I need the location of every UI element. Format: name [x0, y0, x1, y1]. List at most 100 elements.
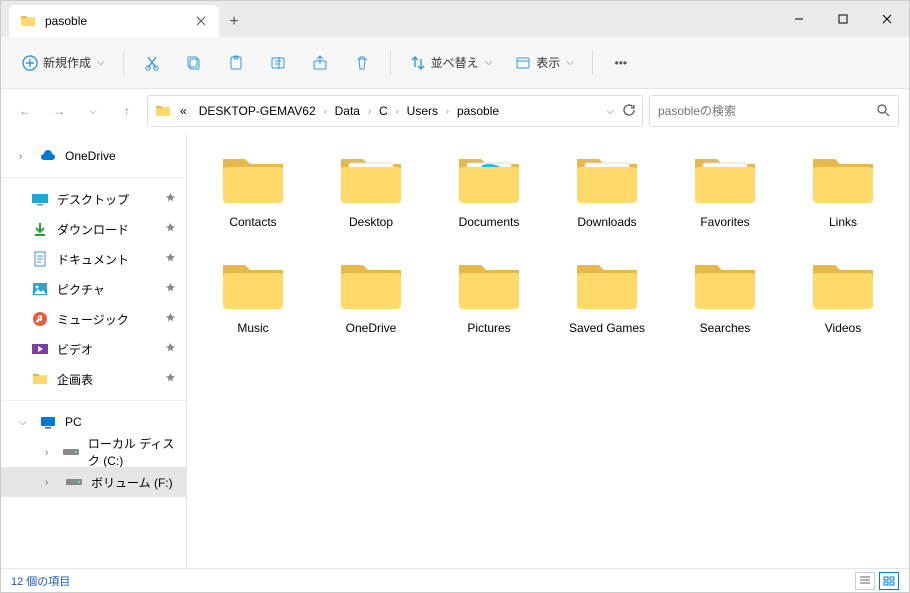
chevron-down-icon[interactable]: ⌵ [19, 417, 31, 428]
sidebar-item[interactable]: ドキュメント [1, 244, 186, 274]
cloud-icon [39, 147, 57, 165]
folder-item[interactable]: Favorites [671, 151, 779, 229]
new-button[interactable]: 新規作成 ⌵ [13, 45, 113, 81]
folder-item[interactable]: Saved Games [553, 257, 661, 335]
pin-icon[interactable] [162, 192, 178, 206]
content-area[interactable]: Contacts Desktop Documents Downloads Favorit… [187, 133, 909, 568]
chevron-right-icon[interactable]: › [45, 477, 57, 488]
window-tab[interactable]: pasoble [9, 5, 219, 37]
folder-icon [689, 151, 761, 207]
folder-item[interactable]: Documents [435, 151, 543, 229]
pictures-icon [31, 280, 49, 298]
address-bar[interactable]: « DESKTOP-GEMAV62›Data›C›Users›pasoble ⌵ [147, 95, 643, 127]
forward-button[interactable]: → [45, 97, 73, 125]
folder-item[interactable]: Pictures [435, 257, 543, 335]
folder-icon [807, 257, 879, 313]
recent-button[interactable]: ⌵ [79, 97, 107, 125]
sidebar-item-label: ピクチャ [57, 281, 105, 298]
chevron-right-icon[interactable]: › [19, 151, 31, 162]
up-button[interactable]: ↑ [113, 97, 141, 125]
pin-icon[interactable] [162, 222, 178, 236]
tab-close-button[interactable] [193, 13, 209, 29]
new-tab-button[interactable]: + [219, 7, 249, 37]
more-button[interactable]: ••• [603, 45, 639, 81]
folder-item[interactable]: Videos [789, 257, 897, 335]
folder-icon [19, 12, 37, 30]
chevron-right-icon[interactable]: › [45, 447, 54, 458]
view-label: 表示 [536, 54, 560, 71]
sidebar-item-drive[interactable]: › ボリューム (F:) [1, 467, 186, 497]
maximize-button[interactable] [821, 1, 865, 37]
back-button[interactable]: ← [11, 97, 39, 125]
refresh-button[interactable] [622, 103, 636, 120]
sidebar-item-label: ローカル ディスク (C:) [88, 435, 178, 469]
sidebar-item-label: ボリューム (F:) [91, 474, 173, 491]
folder-icon [571, 151, 643, 207]
details-view-button[interactable] [855, 572, 875, 590]
search-box[interactable] [649, 95, 899, 127]
cut-button[interactable] [134, 45, 170, 81]
folder-item[interactable]: Links [789, 151, 897, 229]
folder-icon [807, 151, 879, 207]
share-button[interactable] [302, 45, 338, 81]
sidebar-item-label: ダウンロード [57, 221, 129, 238]
folder-icon [217, 257, 289, 313]
folder-icon [689, 257, 761, 313]
copy-button[interactable] [176, 45, 212, 81]
pin-icon[interactable] [162, 342, 178, 356]
titlebar: pasoble + [1, 1, 909, 37]
folder-item[interactable]: Searches [671, 257, 779, 335]
delete-button[interactable] [344, 45, 380, 81]
breadcrumb-segment[interactable]: Data [331, 102, 364, 120]
folder-name: Documents [459, 215, 520, 229]
close-button[interactable] [865, 1, 909, 37]
folder-name: Contacts [229, 215, 276, 229]
history-dropdown-icon[interactable]: ⌵ [606, 106, 614, 117]
folder-icon [571, 257, 643, 313]
search-input[interactable] [658, 104, 876, 118]
paste-button[interactable] [218, 45, 254, 81]
folder-icon [31, 370, 49, 388]
pin-icon[interactable] [162, 312, 178, 326]
window-controls [777, 1, 909, 37]
pin-icon[interactable] [162, 252, 178, 266]
address-row: ← → ⌵ ↑ « DESKTOP-GEMAV62›Data›C›Users›p… [1, 89, 909, 133]
search-icon[interactable] [876, 103, 890, 120]
sidebar-item-label: PC [65, 415, 82, 429]
sidebar-item[interactable]: ミュージック [1, 304, 186, 334]
sidebar-item[interactable]: ダウンロード [1, 214, 186, 244]
pin-icon[interactable] [162, 282, 178, 296]
folder-icon [335, 257, 407, 313]
chevron-right-icon: › [396, 106, 399, 116]
folder-name: Saved Games [569, 321, 645, 335]
tab-title: pasoble [45, 14, 185, 28]
view-button[interactable]: 表示 ⌵ [506, 45, 582, 81]
sidebar-item-label: デスクトップ [57, 191, 129, 208]
breadcrumb-segment[interactable]: pasoble [453, 102, 503, 120]
sidebar-item[interactable]: ビデオ [1, 334, 186, 364]
breadcrumb-segment[interactable]: DESKTOP-GEMAV62 [195, 102, 320, 120]
chevron-right-icon: › [446, 106, 449, 116]
folder-item[interactable]: OneDrive [317, 257, 425, 335]
icons-view-button[interactable] [879, 572, 899, 590]
folder-item[interactable]: Desktop [317, 151, 425, 229]
folder-name: Downloads [577, 215, 636, 229]
sidebar-item[interactable]: ピクチャ [1, 274, 186, 304]
sidebar-item-label: OneDrive [65, 149, 116, 163]
sidebar-item[interactable]: 企画表 [1, 364, 186, 394]
sidebar-item-label: 企画表 [57, 371, 93, 388]
sidebar-item-onedrive[interactable]: › OneDrive [1, 141, 186, 171]
folder-item[interactable]: Downloads [553, 151, 661, 229]
folder-item[interactable]: Contacts [199, 151, 307, 229]
sidebar-item-drive[interactable]: › ローカル ディスク (C:) [1, 437, 186, 467]
sidebar-item[interactable]: デスクトップ [1, 184, 186, 214]
desktop-icon [31, 190, 49, 208]
pin-icon[interactable] [162, 372, 178, 386]
minimize-button[interactable] [777, 1, 821, 37]
sort-button[interactable]: 並べ替え ⌵ [401, 45, 501, 81]
sidebar-item-pc[interactable]: ⌵ PC [1, 407, 186, 437]
rename-button[interactable] [260, 45, 296, 81]
breadcrumb-segment[interactable]: Users [403, 102, 442, 120]
breadcrumb-segment[interactable]: C [375, 102, 392, 120]
folder-item[interactable]: Music [199, 257, 307, 335]
